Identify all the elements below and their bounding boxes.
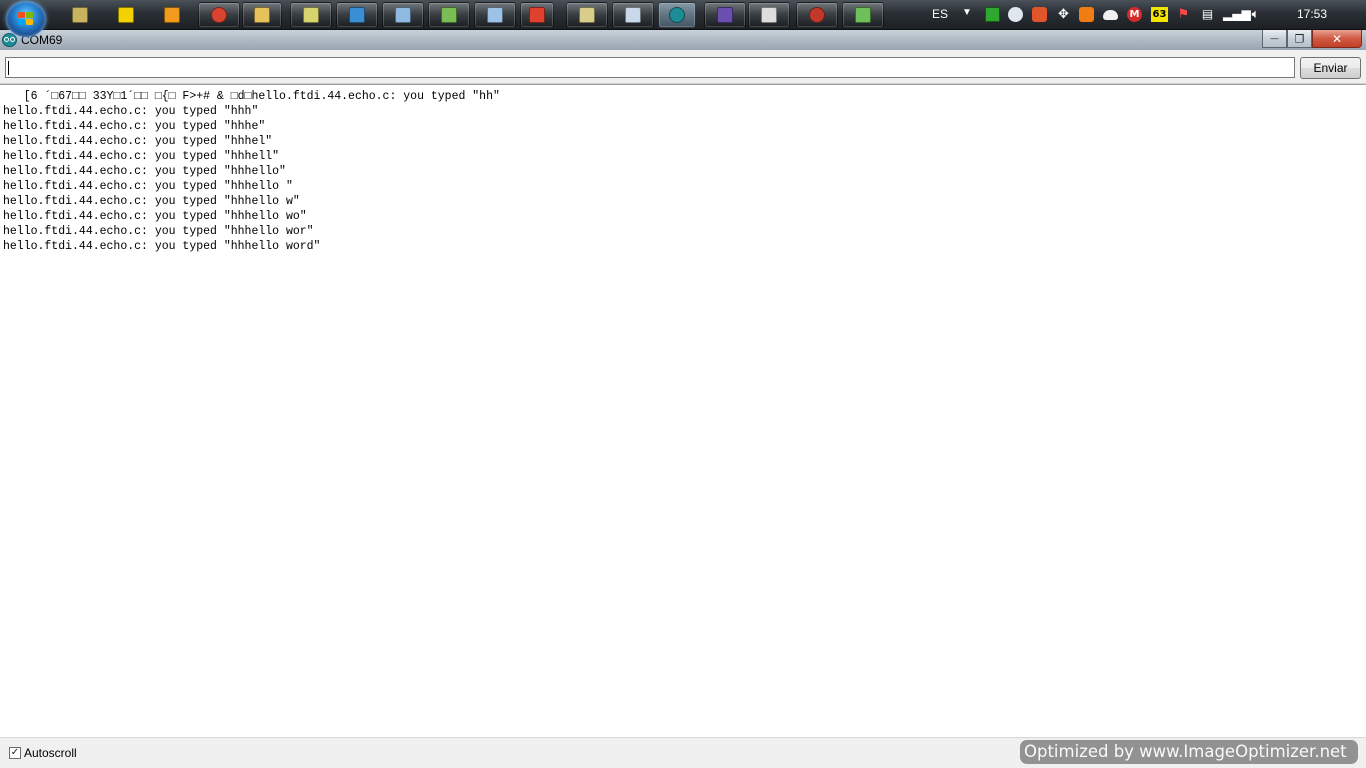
taskbar-button[interactable]	[154, 2, 190, 28]
autoscroll-label[interactable]: Autoscroll	[24, 746, 77, 760]
serial-send-input[interactable]	[5, 57, 1295, 78]
output-line: hello.ftdi.44.echo.c: you typed "hhh"	[3, 105, 259, 118]
text-caret	[8, 61, 9, 75]
mega-icon[interactable]: M	[1127, 7, 1142, 22]
taskbar-button[interactable]	[658, 2, 696, 28]
output-line: hello.ftdi.44.echo.c: you typed "hhhello…	[3, 210, 307, 223]
wifi-signal-icon[interactable]: ▂▄▆	[1223, 7, 1251, 22]
taskbar-button[interactable]	[842, 2, 884, 28]
taskbar-button[interactable]	[428, 2, 470, 28]
taskbar-button[interactable]	[748, 2, 790, 28]
inkscape-icon	[717, 7, 733, 23]
serial-output-area[interactable]: [6 ´□67□□ 33Y□1´□□ □{□ F>+# & □d□hello.f…	[0, 84, 1366, 737]
maximize-button[interactable]: ❐	[1287, 30, 1312, 48]
taskbar-button[interactable]	[62, 2, 98, 28]
bug-icon	[809, 7, 825, 23]
dropbox-icon[interactable]: ✥	[1056, 7, 1071, 22]
taskbar-button[interactable]	[474, 2, 516, 28]
taskbar-button[interactable]	[290, 2, 332, 28]
notification-badge[interactable]: 63	[1151, 7, 1168, 22]
autoscroll-checkbox[interactable]: ✓	[9, 747, 21, 759]
close-button[interactable]: ✕	[1312, 30, 1362, 48]
media-center-icon	[72, 7, 88, 23]
taskbar: ES ▼ ✥ M 63 ⚑ ▤ ▂▄▆ 🔈︎ 17:53	[0, 0, 1366, 37]
arduino-app-icon	[2, 33, 17, 47]
window-titlebar[interactable]: COM69 — ❐ ✕	[0, 30, 1366, 50]
restore-icon: ❐	[1294, 32, 1305, 45]
explorer-folder-icon	[254, 7, 270, 23]
start-button[interactable]	[6, 1, 46, 37]
red-app-icon	[529, 7, 545, 23]
taskbar-button[interactable]	[520, 2, 554, 28]
battery-monitor-icon[interactable]	[985, 7, 1000, 22]
git-icon	[441, 7, 457, 23]
cloud-upload-icon[interactable]	[1008, 7, 1023, 22]
output-line: hello.ftdi.44.echo.c: you typed "hhhello…	[3, 225, 314, 238]
chrome-icon	[211, 7, 227, 23]
network-warning-icon[interactable]: ⚑	[1176, 7, 1191, 22]
output-line: hello.ftdi.44.echo.c: you typed "hhhel"	[3, 135, 273, 148]
taskbar-button[interactable]	[336, 2, 378, 28]
output-line: hello.ftdi.44.echo.c: you typed "hhhe"	[3, 120, 266, 133]
clock[interactable]: 17:53	[1297, 7, 1327, 21]
taskbar-button[interactable]	[566, 2, 608, 28]
avast-icon[interactable]	[1079, 7, 1094, 22]
minimize-icon: —	[1270, 33, 1279, 44]
safely-remove-icon[interactable]: ▤	[1200, 7, 1215, 22]
output-line: [6 ´□67□□ 33Y□1´□□ □{□ F>+# & □d□hello.f…	[3, 90, 500, 103]
language-indicator[interactable]: ES	[932, 7, 948, 21]
volume-icon[interactable]: 🔈︎	[1248, 7, 1263, 22]
tray-expand-icon[interactable]: ▼	[962, 7, 972, 18]
netbeans-like-icon	[118, 7, 134, 23]
taskbar-button[interactable]	[796, 2, 838, 28]
output-line: hello.ftdi.44.echo.c: you typed "hhhello…	[3, 165, 286, 178]
notepad-icon	[395, 7, 411, 23]
watermark-overlay: Optimized by www.ImageOptimizer.net	[1020, 740, 1358, 764]
taskbar-button[interactable]	[382, 2, 424, 28]
arduino-icon	[669, 7, 685, 23]
onedrive-icon[interactable]	[1103, 10, 1118, 20]
close-icon: ✕	[1331, 31, 1343, 46]
taskbar-button[interactable]	[242, 2, 282, 28]
document-icon	[625, 7, 641, 23]
send-button[interactable]: Enviar	[1300, 57, 1361, 79]
taskbar-button[interactable]	[108, 2, 144, 28]
output-line: hello.ftdi.44.echo.c: you typed "hhhello…	[3, 195, 300, 208]
inkscape-alt-icon	[761, 7, 777, 23]
windows-logo-icon	[18, 12, 34, 26]
send-toolbar: Enviar	[0, 50, 1366, 84]
editor-icon	[579, 7, 595, 23]
taskbar-button[interactable]	[198, 2, 240, 28]
taskbar-button[interactable]	[612, 2, 654, 28]
taskbar-button[interactable]	[704, 2, 746, 28]
output-line: hello.ftdi.44.echo.c: you typed "hhhello…	[3, 180, 293, 193]
app-tray-icon[interactable]	[1032, 7, 1047, 22]
window-icon	[487, 7, 503, 23]
media-player-icon	[164, 7, 180, 23]
serial-output-lines: [6 ´□67□□ 33Y□1´□□ □{□ F>+# & □d□hello.f…	[3, 89, 500, 254]
minimize-button[interactable]: —	[1262, 30, 1287, 48]
output-line: hello.ftdi.44.echo.c: you typed "hhhello…	[3, 240, 321, 253]
files-icon	[303, 7, 319, 23]
output-line: hello.ftdi.44.echo.c: you typed "hhhell"	[3, 150, 280, 163]
terminal-icon	[855, 7, 871, 23]
remote-desktop-icon	[349, 7, 365, 23]
